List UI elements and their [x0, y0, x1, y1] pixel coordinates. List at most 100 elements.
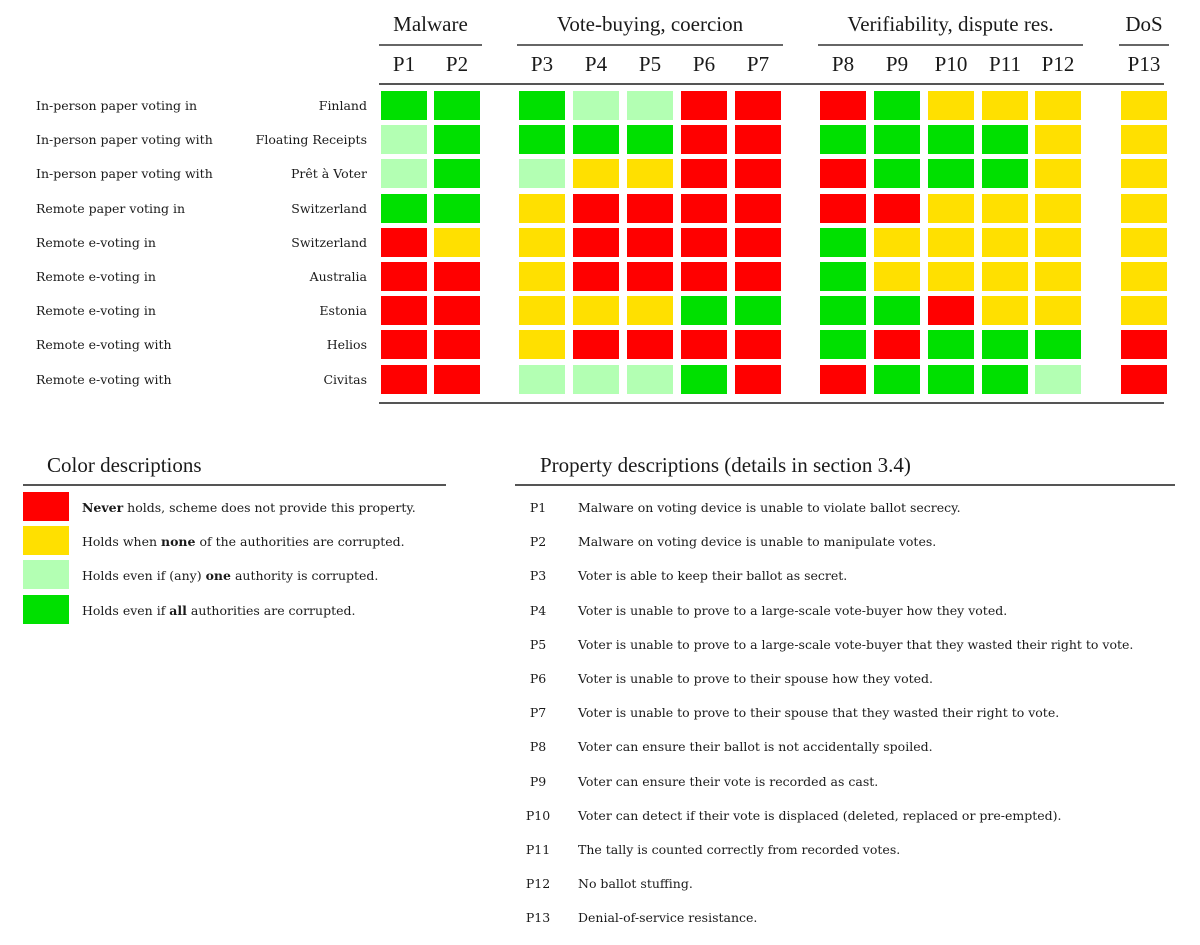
group-header: DoS [1125, 12, 1163, 36]
matrix-cell-never [735, 262, 781, 291]
column-header: P3 [530, 52, 554, 76]
matrix-cell-none [627, 159, 673, 189]
matrix-cell-all [874, 296, 920, 326]
matrix-cell-none [519, 193, 565, 223]
matrix-cell-never [434, 262, 480, 291]
matrix-cell-never [1121, 330, 1167, 360]
matrix-cell-never [681, 227, 727, 257]
matrix-cell-all [681, 296, 727, 326]
property-description: Voter is unable to prove to a large-scal… [578, 636, 1134, 652]
column-header: P1 [392, 52, 416, 76]
group-rule [517, 44, 783, 46]
matrix-cell-none [928, 91, 974, 120]
property-description: Voter is able to keep their ballot as se… [578, 568, 848, 584]
matrix-cell-all [874, 125, 920, 155]
legend-text: Holds even if all authorities are corrup… [82, 603, 356, 618]
matrix-cell-never [573, 227, 619, 257]
matrix-cell-none [982, 193, 1028, 223]
column-header: P8 [831, 52, 855, 76]
matrix-cell-never [928, 296, 974, 326]
matrix-cell-one [627, 364, 673, 394]
row-system: Prêt à Voter [290, 166, 367, 182]
legend-text-part: Holds when [82, 534, 161, 550]
column-header: P9 [885, 52, 909, 76]
matrix-cell-all [982, 364, 1028, 394]
matrix-cell-all [820, 227, 866, 257]
matrix-cell-none [1121, 262, 1167, 291]
legend-text-part: authorities are corrupted. [186, 602, 356, 618]
property-description: Malware on voting device is unable to ma… [578, 534, 937, 550]
property-description: The tally is counted correctly from reco… [578, 842, 901, 857]
row-system: Switzerland [291, 200, 367, 216]
matrix-cell-none [928, 227, 974, 257]
matrix-cell-none [519, 296, 565, 326]
matrix-cell-all [627, 125, 673, 155]
matrix-cell-never [681, 91, 727, 120]
matrix-cell-all [928, 364, 974, 394]
row-label: Remote e-voting in [36, 234, 156, 250]
group-header: Malware [393, 12, 468, 36]
color-descriptions-rule [23, 484, 446, 486]
property-id: P13 [525, 910, 551, 926]
legend-text-emphasis: all [169, 602, 187, 618]
matrix-cell-all [820, 296, 866, 326]
group-rule [379, 44, 482, 46]
matrix-cell-never [735, 125, 781, 155]
legend-text-part: holds, scheme does not provide this prop… [123, 500, 416, 515]
matrix-cell-all [982, 330, 1028, 360]
row-label: Remote e-voting with [36, 371, 172, 387]
matrix-cell-never [627, 262, 673, 291]
matrix-cell-never [381, 262, 427, 291]
matrix-cell-none [1035, 159, 1081, 189]
property-description: Voter is unable to prove to their spouse… [578, 671, 933, 686]
matrix-cell-none [1035, 193, 1081, 223]
matrix-cell-all [928, 330, 974, 360]
matrix-cell-all [874, 159, 920, 189]
matrix-cell-all [874, 364, 920, 394]
matrix-cell-none [928, 193, 974, 223]
matrix-cell-none [982, 296, 1028, 326]
row-label: In-person paper voting with [36, 132, 213, 148]
legend-text-emphasis: none [161, 534, 196, 550]
property-id: P3 [529, 568, 547, 584]
matrix-cell-all [381, 91, 427, 120]
property-id: P7 [529, 705, 547, 721]
matrix-cell-one [519, 159, 565, 189]
matrix-cell-one [573, 91, 619, 120]
matrix-cell-one [1035, 364, 1081, 394]
row-system: Floating Receipts [255, 132, 367, 148]
matrix-cell-all [434, 125, 480, 155]
matrix-cell-never [874, 330, 920, 360]
matrix-cell-none [1121, 296, 1167, 326]
matrix-cell-none [573, 296, 619, 326]
matrix-cell-all [573, 125, 619, 155]
row-label: Remote e-voting in [36, 303, 156, 319]
matrix-cell-never [681, 330, 727, 360]
property-id: P10 [525, 807, 551, 823]
property-description: No ballot stuffing. [578, 876, 693, 892]
legend-text-part: Holds even if (any) [82, 568, 206, 584]
column-header: P10 [934, 52, 968, 76]
matrix-cell-none [982, 262, 1028, 291]
matrix-cell-all [928, 125, 974, 155]
legend-swatch-all [23, 594, 69, 624]
matrix-cell-none [1121, 227, 1167, 257]
matrix-cell-none [1121, 159, 1167, 189]
matrix-cell-all [874, 91, 920, 120]
legend-text-part: Holds even if [82, 602, 170, 618]
row-label: Remote e-voting in [36, 269, 156, 284]
row-system: Helios [326, 337, 367, 353]
property-id: P9 [529, 773, 547, 789]
matrix-cell-never [1121, 364, 1167, 394]
matrix-cell-never [573, 330, 619, 360]
property-description: Denial-of-service resistance. [578, 910, 758, 926]
header-bottom-rule [379, 83, 1164, 85]
property-description: Voter is unable to prove to their spouse… [578, 705, 1060, 721]
legend-text-part: of the authorities are corrupted. [195, 534, 405, 550]
property-description: Voter is unable to prove to a large-scal… [578, 602, 1008, 618]
column-header: P2 [445, 52, 469, 76]
matrix-cell-never [735, 330, 781, 360]
matrix-cell-all [820, 125, 866, 155]
property-description: Voter can ensure their vote is recorded … [578, 773, 879, 789]
matrix-cell-never [874, 193, 920, 223]
